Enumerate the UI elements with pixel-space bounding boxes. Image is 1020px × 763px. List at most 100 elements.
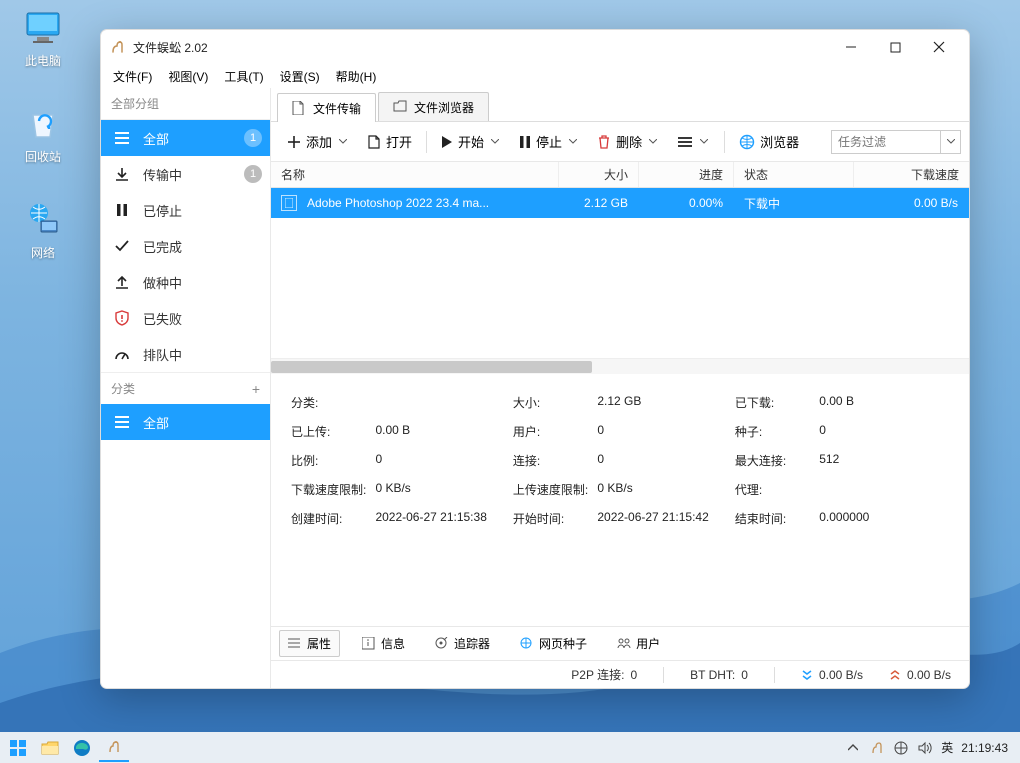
- tray-ime[interactable]: 英: [941, 739, 953, 756]
- download-icon: [113, 166, 131, 182]
- menu-tools[interactable]: 工具(T): [216, 65, 271, 88]
- add-button[interactable]: 添加: [279, 128, 357, 156]
- sidebar-item-label: 排队中: [143, 345, 182, 364]
- list-icon: [288, 637, 302, 651]
- sidebar-item-label: 全部: [143, 413, 169, 432]
- open-button[interactable]: 打开: [359, 128, 420, 156]
- table-row[interactable]: Adobe Photoshop 2022 23.4 ma... 2.12 GB …: [271, 188, 969, 218]
- menu-icon: [113, 415, 131, 429]
- main-area: 文件传输 文件浏览器 添加 打开: [271, 88, 969, 688]
- start-button[interactable]: 开始: [433, 128, 509, 156]
- scrollbar-thumb[interactable]: [271, 361, 592, 373]
- tray-network-icon[interactable]: [893, 740, 909, 756]
- window-title: 文件蜈蚣 2.02: [133, 39, 829, 56]
- sidebar-item-seeding[interactable]: 做种中: [101, 264, 270, 300]
- minimize-button[interactable]: [829, 31, 873, 63]
- toolbar: 添加 打开 开始 停止: [271, 122, 969, 162]
- grid-body[interactable]: Adobe Photoshop 2022 23.4 ma... 2.12 GB …: [271, 188, 969, 358]
- gauge-icon: [113, 347, 131, 361]
- sidebar-item-completed[interactable]: 已完成: [101, 228, 270, 264]
- sidebar-item-queued[interactable]: 排队中: [101, 336, 270, 372]
- detail-tab-info[interactable]: 信息: [354, 631, 413, 656]
- tray-chevron-up-icon[interactable]: [845, 740, 861, 756]
- col-status[interactable]: 状态: [734, 162, 854, 187]
- col-name[interactable]: 名称: [271, 162, 559, 187]
- target-icon: [435, 637, 449, 651]
- sidebar-item-all[interactable]: 全部 1: [101, 120, 270, 156]
- toolbar-separator: [724, 131, 725, 153]
- sidebar-item-label: 全部: [143, 129, 169, 148]
- detail-tab-users[interactable]: 用户: [609, 631, 668, 656]
- tray-clock[interactable]: 21:19:43: [961, 741, 1008, 755]
- status-download-speed: 0.00 B/s: [801, 668, 863, 682]
- menu-file[interactable]: 文件(F): [105, 65, 160, 88]
- cell-size: 2.12 GB: [559, 188, 639, 218]
- filter-box: [831, 130, 961, 154]
- menu-settings[interactable]: 设置(S): [272, 65, 328, 88]
- menu-help[interactable]: 帮助(H): [328, 65, 385, 88]
- network-globe-icon: [22, 198, 64, 240]
- folder-icon: [393, 100, 407, 114]
- cell-speed: 0.00 B/s: [854, 188, 969, 218]
- taskbar-explorer[interactable]: [35, 733, 65, 762]
- tray-app-icon[interactable]: [869, 740, 885, 756]
- delete-button[interactable]: 删除: [589, 128, 667, 156]
- browser-button[interactable]: 浏览器: [731, 128, 807, 156]
- detail-tab-properties[interactable]: 属性: [279, 630, 340, 657]
- tab-file-browser[interactable]: 文件浏览器: [378, 92, 489, 121]
- chevron-down-icon: [698, 139, 710, 144]
- sidebar: 全部分组 全部 1 传输中 1 已停止 已完成 做种中: [101, 88, 271, 688]
- sidebar-item-label: 传输中: [143, 165, 182, 184]
- filter-input[interactable]: [831, 130, 941, 154]
- pause-icon: [519, 136, 531, 148]
- add-category-button[interactable]: +: [252, 381, 260, 397]
- sidebar-category-all[interactable]: 全部: [101, 404, 270, 440]
- desktop-icon-network[interactable]: 网络: [8, 198, 78, 261]
- sidebar-item-transferring[interactable]: 传输中 1: [101, 156, 270, 192]
- users-icon: [617, 637, 631, 651]
- horizontal-scrollbar[interactable]: [271, 358, 969, 374]
- col-progress[interactable]: 进度: [639, 162, 734, 187]
- chevron-down-icon: [337, 139, 349, 144]
- titlebar[interactable]: 文件蜈蚣 2.02: [101, 30, 969, 64]
- detail-tab-webseed[interactable]: 网页种子: [512, 631, 595, 656]
- tab-file-transfer[interactable]: 文件传输: [277, 93, 376, 122]
- tray-volume-icon[interactable]: [917, 740, 933, 756]
- sidebar-item-stopped[interactable]: 已停止: [101, 192, 270, 228]
- cell-status: 下载中: [734, 188, 854, 218]
- list-options-button[interactable]: [669, 128, 718, 156]
- pause-button[interactable]: 停止: [511, 128, 587, 156]
- sidebar-category-header: 分类 +: [101, 372, 270, 404]
- menu-view[interactable]: 视图(V): [160, 65, 216, 88]
- desktop-icon-label: 此电脑: [8, 52, 78, 69]
- detail-tabs: 属性 信息 追踪器 网页种子 用户: [271, 626, 969, 660]
- trash-icon: [597, 135, 611, 149]
- status-p2p: P2P 连接:0: [571, 666, 637, 683]
- chevron-down-icon: [647, 139, 659, 144]
- info-icon: [362, 637, 376, 651]
- close-button[interactable]: [917, 31, 961, 63]
- shield-alert-icon: [113, 310, 131, 326]
- maximize-button[interactable]: [873, 31, 917, 63]
- document-icon: [292, 101, 306, 115]
- desktop-icon-this-pc[interactable]: 此电脑: [8, 6, 78, 69]
- col-speed[interactable]: 下载速度: [854, 162, 969, 187]
- sidebar-item-failed[interactable]: 已失败: [101, 300, 270, 336]
- check-icon: [113, 239, 131, 253]
- globe-icon: [739, 134, 755, 150]
- chevrons-down-icon: [801, 669, 813, 681]
- taskbar-app[interactable]: [99, 733, 129, 762]
- menubar: 文件(F) 视图(V) 工具(T) 设置(S) 帮助(H): [101, 64, 969, 88]
- cell-name: Adobe Photoshop 2022 23.4 ma...: [307, 196, 489, 210]
- count-badge: 1: [244, 129, 262, 147]
- statusbar: P2P 连接:0 BT DHT:0 0.00 B/s 0.00 B/s: [271, 660, 969, 688]
- taskbar-edge[interactable]: [67, 733, 97, 762]
- col-size[interactable]: 大小: [559, 162, 639, 187]
- filter-dropdown-button[interactable]: [941, 130, 961, 154]
- desktop-icon-recycle-bin[interactable]: 回收站: [8, 102, 78, 165]
- file-icon: [281, 195, 297, 211]
- detail-tab-tracker[interactable]: 追踪器: [427, 631, 498, 656]
- cell-progress: 0.00%: [639, 188, 734, 218]
- play-icon: [441, 136, 453, 148]
- start-button[interactable]: [3, 733, 33, 762]
